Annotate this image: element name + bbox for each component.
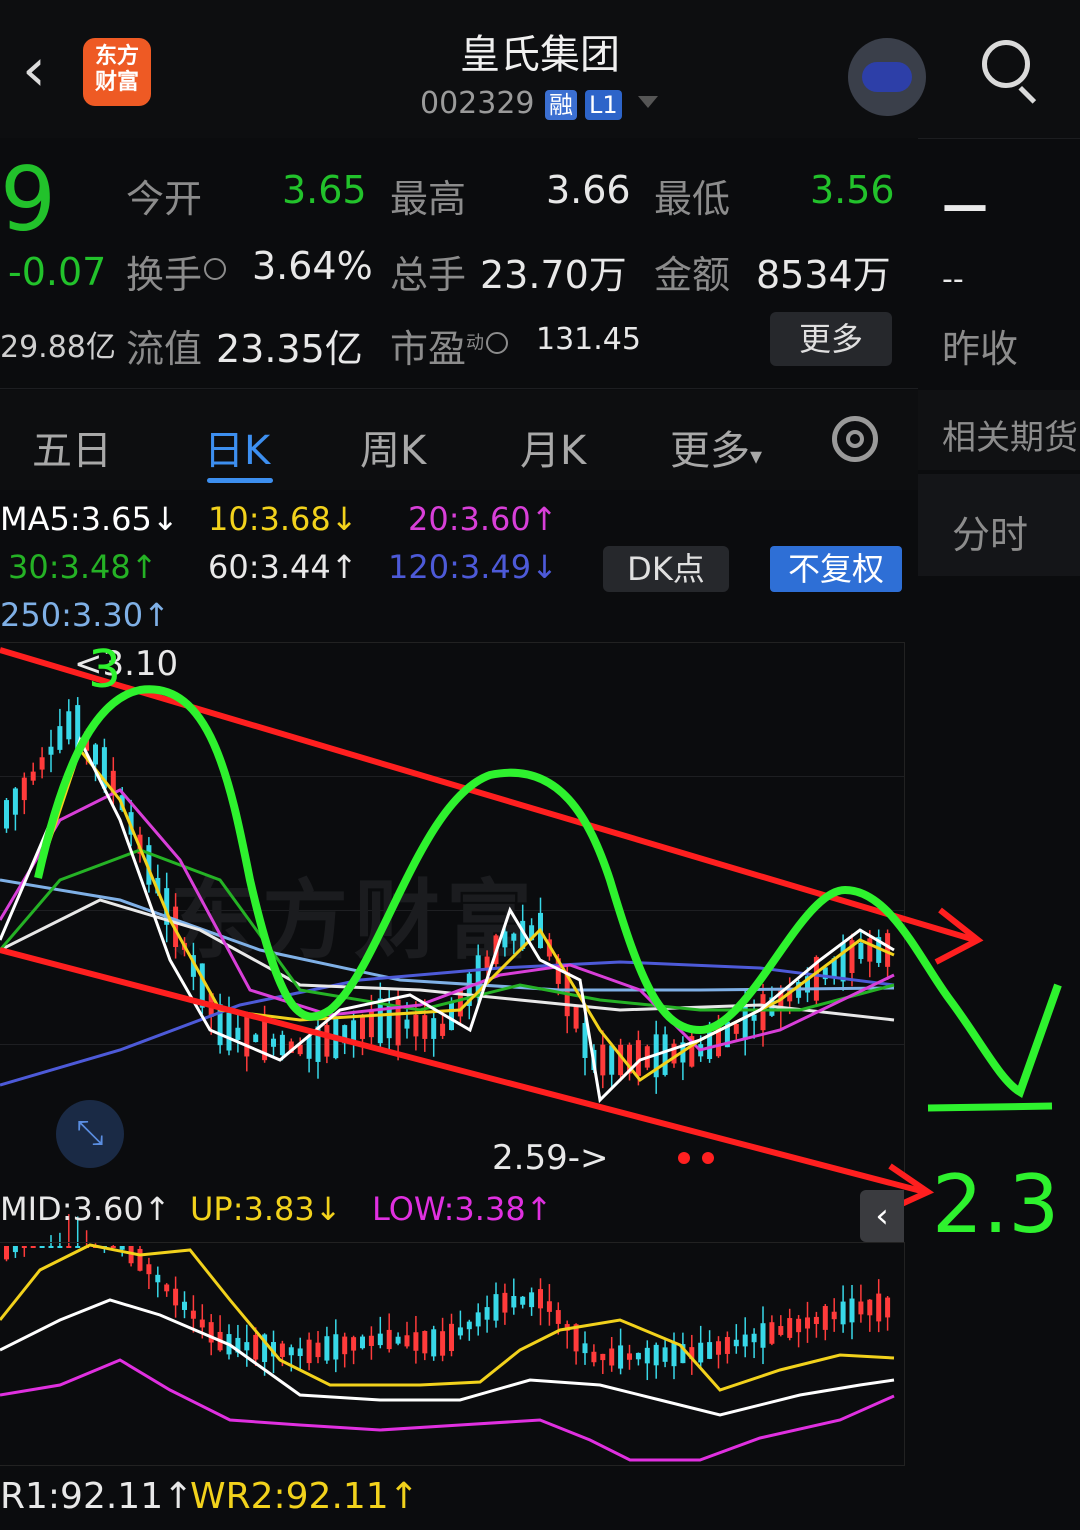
candle-body <box>66 711 72 740</box>
candle-body <box>235 1027 241 1040</box>
candle-body <box>324 1025 330 1057</box>
candle-body <box>662 1034 668 1075</box>
candle-body <box>360 1016 365 1039</box>
candle-body <box>840 942 846 982</box>
candle-body <box>271 1038 276 1047</box>
boll-low-legend: LOW:3.38↑ <box>372 1190 553 1228</box>
candle-body <box>57 726 63 750</box>
candle-body <box>858 942 864 960</box>
candle-body <box>351 1020 357 1042</box>
candle-body <box>422 1015 428 1039</box>
collapse-left-icon[interactable]: ‹ <box>860 1190 904 1242</box>
candle-body <box>48 746 54 755</box>
candle-body <box>39 757 45 770</box>
candle-body <box>413 1014 419 1037</box>
candle-body <box>279 1034 285 1056</box>
expand-chart-icon[interactable]: ⤡ <box>56 1100 124 1168</box>
candle-body <box>867 938 873 962</box>
candle-body <box>573 1006 579 1029</box>
candle-body <box>93 744 98 765</box>
candle-body <box>751 1014 757 1021</box>
wr1-legend: R1:92.11↑ <box>0 1476 194 1517</box>
candle-body <box>244 1015 250 1057</box>
candle-body <box>440 1023 446 1036</box>
wr2-legend: WR2:92.11↑ <box>190 1476 419 1517</box>
candle-body <box>4 800 9 829</box>
boll-mid-legend: MID:3.60↑ <box>0 1190 171 1228</box>
wave-annotation <box>34 685 1062 1098</box>
candle-body <box>12 788 18 815</box>
candle-body <box>226 1012 232 1051</box>
candle-body <box>760 994 766 1031</box>
candle-body <box>431 1018 437 1039</box>
boll-chart[interactable] <box>0 1242 905 1466</box>
boll-up-legend: UP:3.83↓ <box>190 1190 342 1228</box>
candle-body <box>253 1034 259 1043</box>
candle-body <box>742 1006 748 1040</box>
candle-body <box>733 1023 739 1034</box>
candle-body <box>635 1040 641 1076</box>
target-underline <box>927 1102 1053 1112</box>
candle-body <box>511 933 517 941</box>
candle-body <box>30 771 36 781</box>
candle-body <box>609 1045 615 1075</box>
candle-body <box>600 1044 606 1076</box>
candle-body <box>21 777 27 801</box>
candle-body <box>404 1019 410 1029</box>
target-price-annotation: 2.3 <box>932 1158 1060 1251</box>
low-price-marker: 2.59-> <box>492 1138 609 1178</box>
wave-count-annotation: 3 <box>88 640 122 700</box>
candle-body <box>306 1036 312 1059</box>
